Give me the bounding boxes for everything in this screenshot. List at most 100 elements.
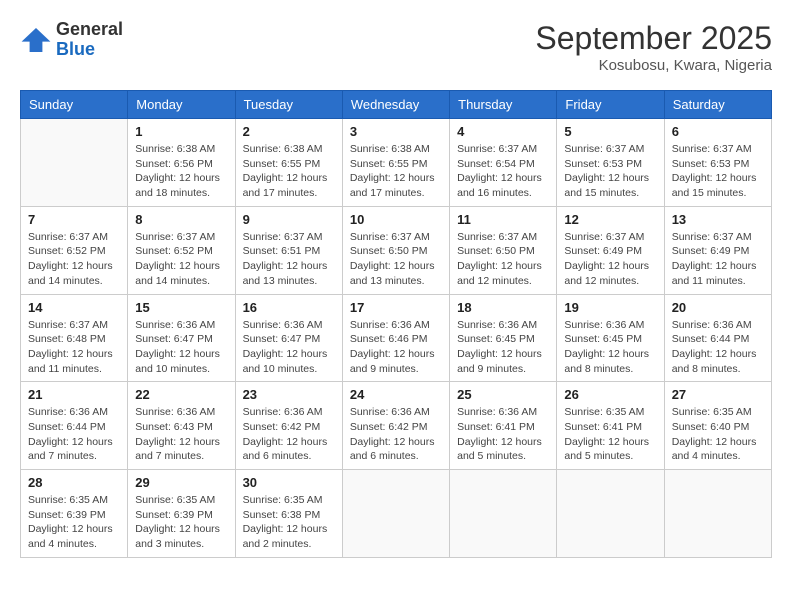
col-header-thursday: Thursday [450,91,557,119]
calendar-cell: 14Sunrise: 6:37 AMSunset: 6:48 PMDayligh… [21,294,128,382]
day-info: Sunrise: 6:37 AMSunset: 6:50 PMDaylight:… [457,230,549,289]
calendar-cell: 29 Sunrise: 6:35 AMSunset: 6:39 PMDayligh… [128,470,235,558]
page-header: General Blue September 2025 Kosubosu, Kw… [20,20,772,74]
logo: General Blue [20,20,123,60]
day-number: 29 [135,475,227,490]
calendar-cell: 13 Sunrise: 6:37 AMSunset: 6:49 PMDayligh… [664,206,771,294]
day-info: Sunrise: 6:36 AMSunset: 6:46 PMDaylight:… [350,318,442,377]
calendar-cell: 20 Sunrise: 6:36 AMSunset: 6:44 PMDayligh… [664,294,771,382]
day-number: 13 [672,212,764,227]
col-header-wednesday: Wednesday [342,91,449,119]
day-info: Sunrise: 6:35 AMSunset: 6:39 PMDaylight:… [135,493,227,552]
calendar-cell: 22Sunrise: 6:36 AMSunset: 6:43 PMDayligh… [128,382,235,470]
day-number: 10 [350,212,442,227]
day-info: Sunrise: 6:35 AMSunset: 6:38 PMDaylight:… [243,493,335,552]
day-info: Sunrise: 6:37 AMSunset: 6:49 PMDaylight:… [564,230,656,289]
col-header-monday: Monday [128,91,235,119]
calendar-cell: 21 Sunrise: 6:36 AMSunset: 6:44 PMDayligh… [21,382,128,470]
day-info: Sunrise: 6:36 AMSunset: 6:44 PMDaylight:… [672,318,764,377]
day-number: 16 [243,300,335,315]
day-number: 9 [243,212,335,227]
day-number: 6 [672,124,764,139]
day-number: 24 [350,387,442,402]
calendar-cell: 3 Sunrise: 6:38 AMSunset: 6:55 PMDaylight… [342,119,449,207]
day-number: 7 [28,212,120,227]
calendar-cell: 26 Sunrise: 6:35 AMSunset: 6:41 PMDayligh… [557,382,664,470]
day-number: 14 [28,300,120,315]
title-area: September 2025 Kosubosu, Kwara, Nigeria [535,20,772,74]
day-info: Sunrise: 6:36 AMSunset: 6:47 PMDaylight:… [135,318,227,377]
day-number: 23 [243,387,335,402]
week-row-4: 21 Sunrise: 6:36 AMSunset: 6:44 PMDayligh… [21,382,772,470]
day-number: 30 [243,475,335,490]
day-info: Sunrise: 6:37 AMSunset: 6:50 PMDaylight:… [350,230,442,289]
calendar-cell: 30 Sunrise: 6:35 AMSunset: 6:38 PMDayligh… [235,470,342,558]
calendar-cell: 6Sunrise: 6:37 AMSunset: 6:53 PMDaylight… [664,119,771,207]
logo-icon [20,24,52,56]
calendar-cell: 27 Sunrise: 6:35 AMSunset: 6:40 PMDayligh… [664,382,771,470]
day-info: Sunrise: 6:37 AMSunset: 6:52 PMDaylight:… [135,230,227,289]
day-number: 12 [564,212,656,227]
month-title: September 2025 [535,20,772,57]
calendar-cell: 1 Sunrise: 6:38 AMSunset: 6:56 PMDaylight… [128,119,235,207]
day-info: Sunrise: 6:37 AMSunset: 6:51 PMDaylight:… [243,230,335,289]
calendar-cell [664,470,771,558]
calendar-cell: 16 Sunrise: 6:36 AMSunset: 6:47 PMDayligh… [235,294,342,382]
calendar-cell [450,470,557,558]
calendar-cell: 28Sunrise: 6:35 AMSunset: 6:39 PMDayligh… [21,470,128,558]
day-info: Sunrise: 6:35 AMSunset: 6:40 PMDaylight:… [672,405,764,464]
calendar-cell [21,119,128,207]
day-number: 21 [28,387,120,402]
day-number: 25 [457,387,549,402]
day-number: 1 [135,124,227,139]
day-number: 8 [135,212,227,227]
calendar-cell [342,470,449,558]
calendar-cell: 19 Sunrise: 6:36 AMSunset: 6:45 PMDayligh… [557,294,664,382]
day-number: 15 [135,300,227,315]
day-number: 5 [564,124,656,139]
calendar-cell: 18Sunrise: 6:36 AMSunset: 6:45 PMDayligh… [450,294,557,382]
day-info: Sunrise: 6:37 AMSunset: 6:54 PMDaylight:… [457,142,549,201]
day-number: 3 [350,124,442,139]
calendar-cell: 7 Sunrise: 6:37 AMSunset: 6:52 PMDaylight… [21,206,128,294]
calendar-cell: 11 Sunrise: 6:37 AMSunset: 6:50 PMDayligh… [450,206,557,294]
day-info: Sunrise: 6:36 AMSunset: 6:42 PMDaylight:… [350,405,442,464]
calendar-table: SundayMondayTuesdayWednesdayThursdayFrid… [20,90,772,558]
calendar-cell: 5Sunrise: 6:37 AMSunset: 6:53 PMDaylight… [557,119,664,207]
day-number: 18 [457,300,549,315]
week-row-3: 14Sunrise: 6:37 AMSunset: 6:48 PMDayligh… [21,294,772,382]
day-info: Sunrise: 6:35 AMSunset: 6:41 PMDaylight:… [564,405,656,464]
day-number: 19 [564,300,656,315]
calendar-cell: 15 Sunrise: 6:36 AMSunset: 6:47 PMDayligh… [128,294,235,382]
col-header-sunday: Sunday [21,91,128,119]
calendar-cell: 25Sunrise: 6:36 AMSunset: 6:41 PMDayligh… [450,382,557,470]
day-info: Sunrise: 6:36 AMSunset: 6:47 PMDaylight:… [243,318,335,377]
calendar-cell: 4 Sunrise: 6:37 AMSunset: 6:54 PMDaylight… [450,119,557,207]
day-number: 28 [28,475,120,490]
week-row-5: 28 Sunrise: 6:35 AMSunset: 6:39 PMDayligh… [21,470,772,558]
day-number: 27 [672,387,764,402]
col-header-saturday: Saturday [664,91,771,119]
day-number: 26 [564,387,656,402]
day-info: Sunrise: 6:38 AMSunset: 6:56 PMDaylight:… [135,142,227,201]
day-number: 22 [135,387,227,402]
week-row-1: 1 Sunrise: 6:38 AMSunset: 6:56 PMDaylight… [21,119,772,207]
calendar-cell: 23 Sunrise: 6:36 AMSunset: 6:42 PMDayligh… [235,382,342,470]
logo-text: General Blue [56,20,123,60]
day-info: Sunrise: 6:36 AMSunset: 6:44 PMDaylight:… [28,405,120,464]
day-info: Sunrise: 6:38 AMSunset: 6:55 PMDaylight:… [243,142,335,201]
col-header-friday: Friday [557,91,664,119]
day-info: Sunrise: 6:36 AMSunset: 6:42 PMDaylight:… [243,405,335,464]
day-info: Sunrise: 6:37 AMSunset: 6:52 PMDaylight:… [28,230,120,289]
day-info: Sunrise: 6:36 AMSunset: 6:45 PMDaylight:… [564,318,656,377]
day-info: Sunrise: 6:38 AMSunset: 6:55 PMDaylight:… [350,142,442,201]
day-number: 4 [457,124,549,139]
calendar-cell: 8 Sunrise: 6:37 AMSunset: 6:52 PMDaylight… [128,206,235,294]
week-row-2: 7 Sunrise: 6:37 AMSunset: 6:52 PMDaylight… [21,206,772,294]
day-info: Sunrise: 6:37 AMSunset: 6:49 PMDaylight:… [672,230,764,289]
calendar-cell: 12 Sunrise: 6:37 AMSunset: 6:49 PMDayligh… [557,206,664,294]
calendar-cell: 9 Sunrise: 6:37 AMSunset: 6:51 PMDaylight… [235,206,342,294]
day-number: 20 [672,300,764,315]
calendar-cell: 24 Sunrise: 6:36 AMSunset: 6:42 PMDayligh… [342,382,449,470]
day-number: 11 [457,212,549,227]
